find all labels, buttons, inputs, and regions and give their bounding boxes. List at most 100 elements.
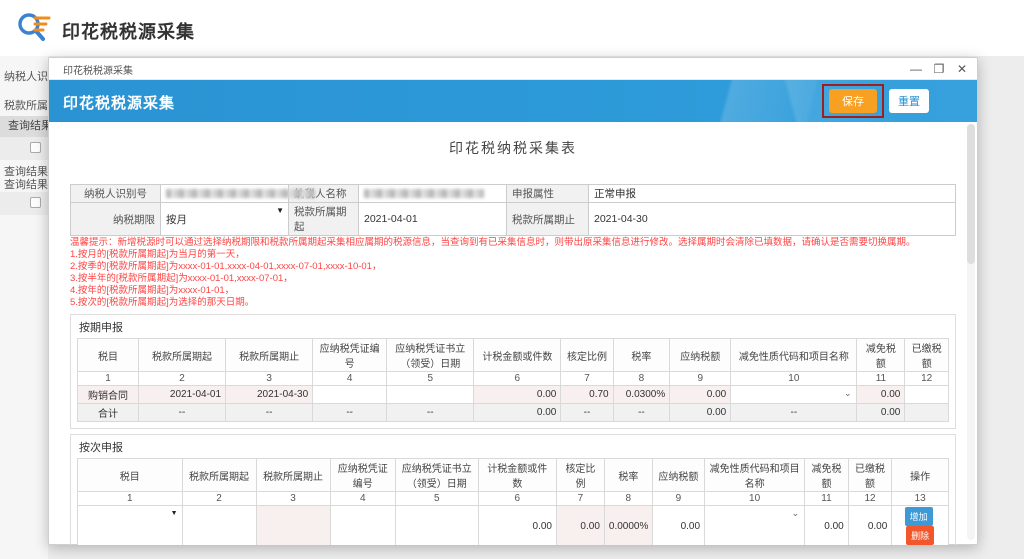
header-cell: 税率 — [604, 459, 652, 492]
actions-cell: 增加删除 — [892, 506, 949, 546]
warning-text: 温馨提示：新增税源时可以通过选择纳税期限和税款所属期起采集相应属期的税源信息，当… — [70, 237, 956, 309]
header-cell: 应纳税额 — [652, 459, 704, 492]
total-cell: -- — [226, 404, 313, 422]
row-cell[interactable]: 0.00 — [848, 506, 892, 546]
row-cell[interactable]: 0.00 — [805, 506, 849, 546]
warning-line-3: 2.按季的[税款所属期起]为xxxx-01-01,xxxx-04-01,xxxx… — [70, 261, 956, 273]
reset-button[interactable]: 重置 — [889, 89, 929, 113]
row-cell[interactable] — [330, 506, 395, 546]
taxpayer-id-label: 纳税人识别号 — [71, 185, 161, 203]
header-cell: 税款所属期起 — [138, 339, 225, 372]
checkbox-icon[interactable] — [30, 142, 41, 153]
row-cell[interactable]: 0.00 — [557, 506, 605, 546]
bg-result-row — [0, 192, 48, 215]
header-cell: 应纳税凭证编号 — [330, 459, 395, 492]
restore-icon[interactable]: ❐ — [932, 60, 946, 78]
row-cell[interactable] — [256, 506, 330, 546]
delete-row-button[interactable]: 删除 — [906, 526, 934, 545]
row-cell[interactable] — [395, 506, 478, 546]
total-cell: 0.00 — [857, 404, 905, 422]
column-number-cell: 11 — [805, 492, 849, 506]
row-cell[interactable] — [313, 386, 387, 404]
scrollbar[interactable] — [967, 124, 975, 540]
period-start-label: 税款所属期起 — [289, 203, 359, 236]
page-header: 印花税税源采集 — [0, 0, 1024, 56]
row-cell: 2021-04-01 — [138, 386, 225, 404]
total-cell: 合计 — [78, 404, 139, 422]
total-row: 合计--------0.00----0.00--0.00 — [78, 404, 949, 422]
row-cell[interactable] — [182, 506, 256, 546]
taxpayer-id-value — [161, 185, 289, 203]
column-number-cell: 7 — [561, 372, 613, 386]
header-cell: 应纳税凭证编号 — [313, 339, 387, 372]
warning-line-2: 1.按月的[税款所属期起]为当月的第一天， — [70, 249, 956, 261]
app-logo-icon — [16, 11, 54, 45]
total-cell: 0.00 — [670, 404, 731, 422]
row-cell: 购销合同 — [78, 386, 139, 404]
column-number-cell: 9 — [670, 372, 731, 386]
total-cell: -- — [561, 404, 613, 422]
column-number-cell: 3 — [226, 372, 313, 386]
bg-tax-period-label: 税款所属期 — [4, 97, 48, 113]
total-cell: -- — [387, 404, 474, 422]
header-cell: 核定比例 — [557, 459, 605, 492]
column-number-cell: 13 — [892, 492, 949, 506]
header-cell: 核定比例 — [561, 339, 613, 372]
dropdown-arrow-icon: ▼ — [171, 510, 178, 517]
table-row: 购销合同2021-04-012021-04-300.000.700.0300%0… — [78, 386, 949, 404]
stamp-tax-modal: 印花税税源采集 — ❐ ✕ 印花税税源采集 保存 重置 印花税纳税采集表 纳税人… — [48, 57, 978, 545]
column-number-cell: 9 — [652, 492, 704, 506]
save-button[interactable]: 保存 — [829, 89, 877, 113]
column-number-cell: 8 — [613, 372, 670, 386]
column-number-cell: 8 — [604, 492, 652, 506]
header-cell: 已缴税额 — [905, 339, 949, 372]
header-cell: 应纳税凭证书立（领受）日期 — [387, 339, 474, 372]
total-cell — [905, 404, 949, 422]
column-number-cell: 2 — [182, 492, 256, 506]
blurred-taxpayer-id — [166, 189, 316, 198]
row-cell: 0.70 — [561, 386, 613, 404]
blurred-taxpayer-name — [364, 189, 484, 198]
modal-body: 印花税纳税采集表 纳税人识别号 纳税人名称 申报属性 正常申报 纳税期限 按月 … — [49, 122, 977, 545]
row-cell: 0.00 — [670, 386, 731, 404]
total-cell: -- — [138, 404, 225, 422]
warning-line-1: 温馨提示：新增税源时可以通过选择纳税期限和税款所属期起采集相应属期的税源信息，当… — [70, 237, 956, 249]
column-number-cell: 10 — [705, 492, 805, 506]
row-cell[interactable] — [387, 386, 474, 404]
tax-term-select[interactable]: 按月 ▼ — [161, 203, 289, 236]
column-number-cell: 6 — [474, 372, 561, 386]
tax-item-select[interactable]: ▼ — [78, 506, 183, 546]
chevron-down-icon: ⌄ — [844, 388, 852, 399]
tax-term-label: 纳税期限 — [71, 203, 161, 236]
close-icon[interactable]: ✕ — [955, 60, 969, 78]
row-cell: 0.0300% — [613, 386, 670, 404]
reduction-code-select[interactable]: ⌄ — [705, 506, 805, 546]
row-cell — [905, 386, 949, 404]
column-number-cell: 3 — [256, 492, 330, 506]
column-number-cell: 7 — [557, 492, 605, 506]
dropdown-arrow-icon: ▼ — [276, 206, 284, 215]
header-cell: 税款所属期止 — [226, 339, 313, 372]
header-cell: 税目 — [78, 339, 139, 372]
page-title: 印花税税源采集 — [62, 18, 195, 44]
bg-result-row — [0, 137, 48, 160]
warning-line-6: 5.按次的[税款所属期起]为选择的那天日期。 — [70, 297, 956, 309]
banner-title: 印花税税源采集 — [63, 92, 175, 113]
checkbox-icon[interactable] — [30, 197, 41, 208]
reduction-code-select[interactable]: ⌄ — [731, 386, 857, 404]
warning-line-4: 3.按半年的[税款所属期起]为xxxx-01-01,xxxx-07-01， — [70, 273, 956, 285]
row-cell[interactable]: 0.00 — [474, 386, 561, 404]
minimize-icon[interactable]: — — [909, 60, 923, 78]
header-cell: 减免税额 — [805, 459, 849, 492]
total-cell: 0.00 — [474, 404, 561, 422]
column-number-cell: 5 — [387, 372, 474, 386]
header-cell: 计税金额或件数 — [478, 459, 556, 492]
header-cell: 税款所属期止 — [256, 459, 330, 492]
column-number-cell: 6 — [478, 492, 556, 506]
row-cell[interactable]: 0.00 — [478, 506, 556, 546]
row-cell: 0.00 — [652, 506, 704, 546]
header-cell: 税款所属期起 — [182, 459, 256, 492]
add-row-button[interactable]: 增加 — [905, 507, 933, 526]
column-number-cell: 12 — [848, 492, 892, 506]
period-start-input[interactable]: 2021-04-01 — [359, 203, 507, 236]
